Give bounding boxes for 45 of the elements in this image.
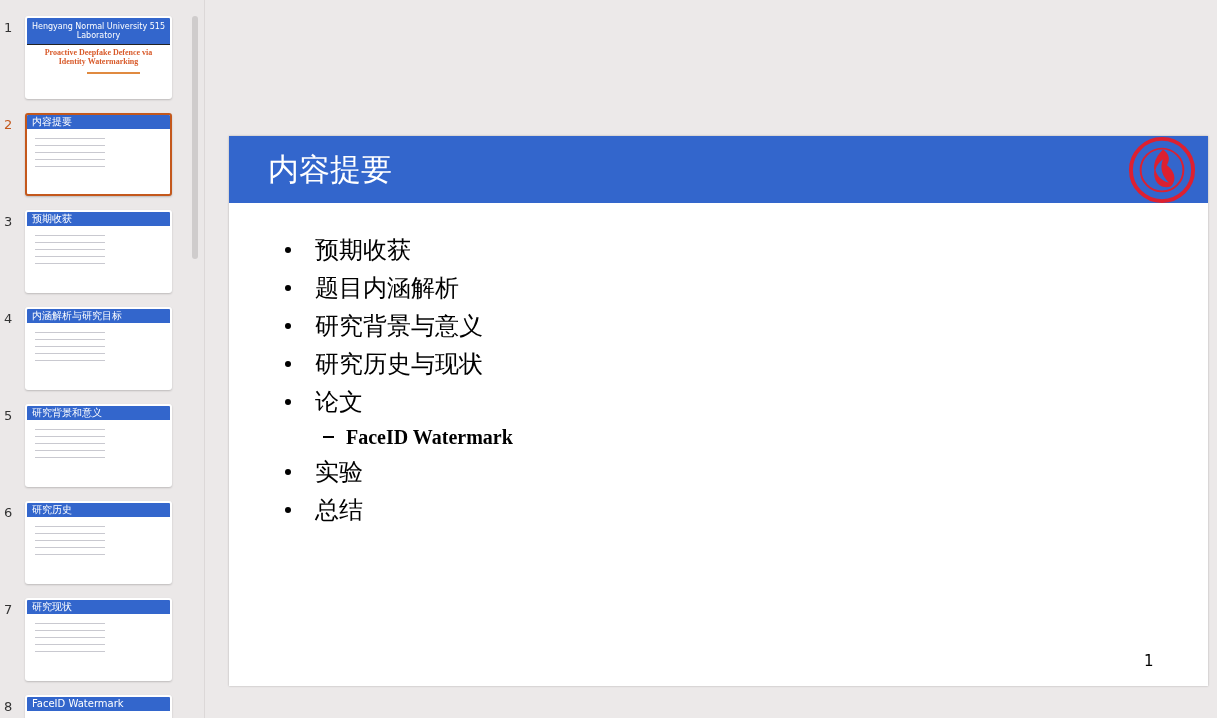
slide-title: 内容提要 xyxy=(268,149,392,189)
thumbnail-header-text: Hengyang Normal University 515 Laboratory xyxy=(31,22,166,40)
bullet-dot-icon xyxy=(285,361,291,367)
slide-number: 4 xyxy=(3,311,14,326)
thumbnail-title: FaceID Watermark xyxy=(32,698,124,710)
bullet-dot-icon xyxy=(285,285,291,291)
slide-thumbnail[interactable]: 研究历史 xyxy=(25,501,172,584)
thumbnail-title: 内涵解析与研究目标 xyxy=(32,310,122,322)
bullet-text: 预期收获 xyxy=(315,235,411,266)
slide-thumbnail[interactable]: 研究背景和意义 xyxy=(25,404,172,487)
slide-number: 7 xyxy=(3,602,14,617)
slide-number: 5 xyxy=(3,408,14,423)
thumbnail-title: 研究历史 xyxy=(32,504,72,516)
slide-thumbnail[interactable]: 研究现状 xyxy=(25,598,172,681)
thumbnail-title: 研究背景和意义 xyxy=(32,407,102,419)
bullet-dot-icon xyxy=(285,323,291,329)
thumbnail-title: Proactive Deepfake Defence via Identity Watermarking xyxy=(43,47,154,66)
slide-thumbnail[interactable]: 内容提要 xyxy=(25,113,172,196)
bullet-text: 总结 xyxy=(315,495,363,526)
slide-thumbnail[interactable]: 预期收获 xyxy=(25,210,172,293)
bullet-dot-icon xyxy=(285,469,291,475)
thumbnail-title: 研究现状 xyxy=(32,601,72,613)
bullet-text: 题目内涵解析 xyxy=(315,273,459,304)
slide-number: 8 xyxy=(3,699,14,714)
scrollbar[interactable] xyxy=(192,16,198,259)
slide-thumbnail[interactable]: Hengyang Normal University 515 Laboratory Proactive Deepfake Defence via Identity Watermarking xyxy=(25,16,172,99)
slide-number: 1 xyxy=(3,20,14,35)
slide-number: 6 xyxy=(3,505,14,520)
sub-bullet-text: FaceID Watermark xyxy=(346,425,513,449)
emblem-logo-icon xyxy=(1128,135,1196,204)
slide-number: 3 xyxy=(3,214,14,229)
thumbnail-title: 内容提要 xyxy=(32,116,72,128)
bullet-text: 实验 xyxy=(315,457,363,488)
bullet-text: 研究历史与现状 xyxy=(315,349,483,380)
slide-thumbnail[interactable]: FaceID Watermark xyxy=(25,695,172,718)
slide-number: 2 xyxy=(3,117,14,132)
slide-thumbnail[interactable]: 内涵解析与研究目标 xyxy=(25,307,172,390)
dash-icon xyxy=(323,436,334,438)
bullet-text: 研究背景与意义 xyxy=(315,311,483,342)
thumbnail-title: 预期收获 xyxy=(32,213,72,225)
bullet-dot-icon xyxy=(285,247,291,253)
bullet-text: 论文 xyxy=(315,387,363,418)
page-number: 1 xyxy=(1144,652,1154,670)
bullet-dot-icon xyxy=(285,507,291,513)
bullet-dot-icon xyxy=(285,399,291,405)
